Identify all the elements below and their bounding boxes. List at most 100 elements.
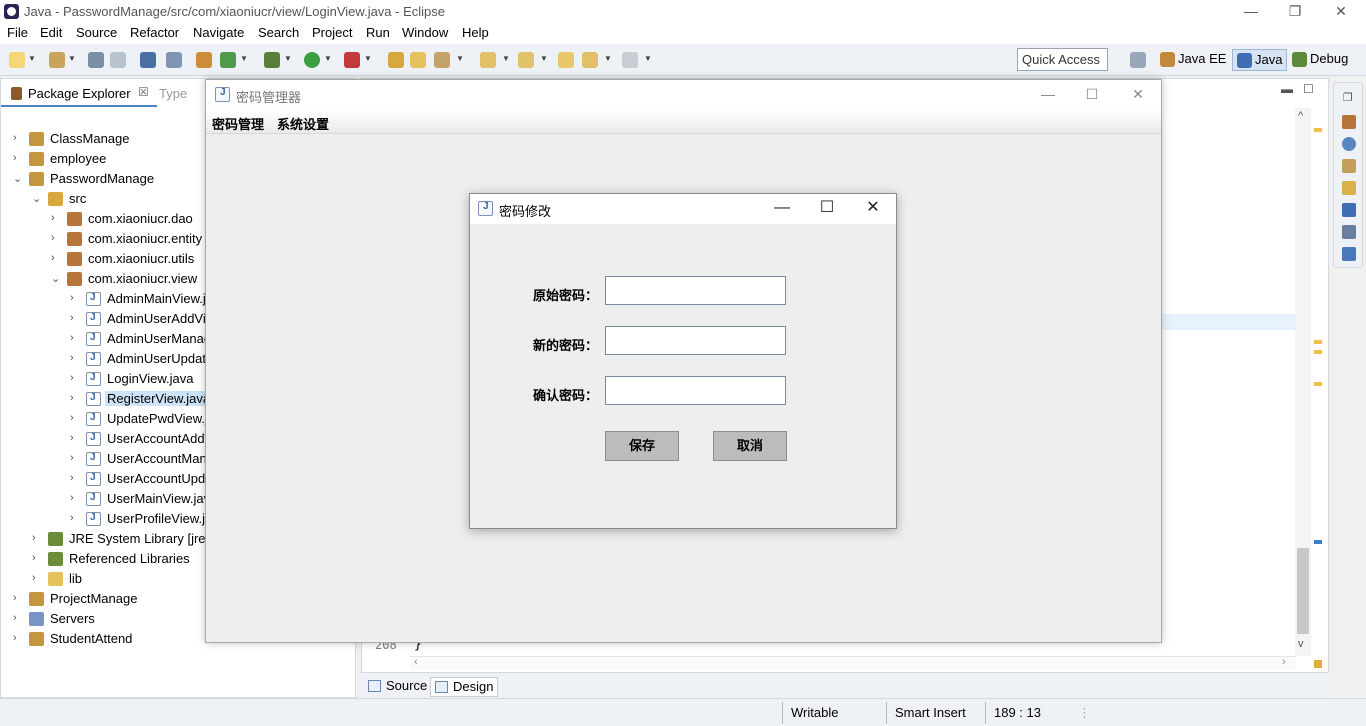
chevron-right-icon[interactable]: › (70, 432, 80, 444)
chevron-right-icon[interactable]: › (70, 352, 80, 364)
external-tools-icon[interactable] (344, 52, 360, 68)
save-button[interactable]: 保存 (605, 431, 679, 461)
chevron-down-icon[interactable]: ▼ (68, 54, 76, 63)
chevron-right-icon[interactable]: › (70, 372, 80, 384)
chevron-right-icon[interactable]: › (70, 292, 80, 304)
build-icon[interactable] (196, 52, 212, 68)
maximize-icon[interactable]: ☐ (807, 198, 847, 220)
menu-password-management[interactable]: 密码管理 (212, 114, 264, 133)
last-edit-icon[interactable] (558, 52, 574, 68)
menu-project[interactable]: Project (312, 25, 352, 40)
chevron-down-icon[interactable]: ▼ (324, 54, 332, 63)
new-icon[interactable] (9, 52, 25, 68)
properties-icon[interactable] (1342, 225, 1356, 239)
chevron-right-icon[interactable]: › (70, 512, 80, 524)
new-package-icon[interactable] (49, 52, 65, 68)
chevron-right-icon[interactable]: › (32, 572, 42, 584)
next-annotation-icon[interactable] (518, 52, 534, 68)
chevron-down-icon[interactable]: ⌄ (13, 172, 23, 185)
horizontal-scrollbar[interactable]: ‹ › (410, 656, 1296, 670)
close-icon[interactable]: ☒ (138, 85, 149, 99)
chevron-right-icon[interactable]: › (32, 552, 42, 564)
chevron-down-icon[interactable]: ▼ (502, 54, 510, 63)
menu-run[interactable]: Run (366, 25, 390, 40)
run-icon[interactable] (304, 52, 320, 68)
save-icon[interactable] (88, 52, 104, 68)
chevron-down-icon[interactable]: ▼ (456, 54, 464, 63)
overview-ruler-marker[interactable] (1314, 350, 1322, 354)
menu-refactor[interactable]: Refactor (130, 25, 179, 40)
forward-arrow-icon[interactable] (622, 52, 638, 68)
chevron-down-icon[interactable]: ▼ (604, 54, 612, 63)
chevron-down-icon[interactable]: ▼ (364, 54, 372, 63)
menu-edit[interactable]: Edit (40, 25, 62, 40)
chevron-down-icon[interactable]: ⌄ (51, 272, 61, 285)
chevron-down-icon[interactable]: v (1298, 638, 1304, 650)
tab-type-hierarchy[interactable]: Type (159, 86, 187, 101)
javadoc-icon[interactable] (1342, 137, 1356, 151)
status-cursor-position[interactable]: 189 : 13 (994, 705, 1041, 720)
close-icon[interactable]: ✕ (1116, 84, 1160, 106)
problems-icon[interactable] (1342, 247, 1356, 261)
open-type-icon[interactable] (410, 52, 426, 68)
chevron-right-icon[interactable]: › (13, 592, 23, 604)
chevron-down-icon[interactable]: ▼ (284, 54, 292, 63)
original-password-input[interactable] (605, 276, 786, 305)
skip-breakpoints-icon[interactable] (166, 52, 182, 68)
confirm-password-input[interactable] (605, 376, 786, 405)
refresh-icon[interactable] (220, 52, 236, 68)
chevron-right-icon[interactable]: › (51, 212, 61, 224)
close-icon[interactable]: ✕ (1318, 0, 1364, 24)
chevron-right-icon[interactable]: › (13, 152, 23, 164)
quick-access-field[interactable]: Quick Access (1017, 48, 1108, 71)
scrollbar-thumb[interactable] (1297, 548, 1309, 634)
chevron-down-icon[interactable]: ▼ (240, 54, 248, 63)
minimize-icon[interactable]: — (762, 198, 802, 220)
minimize-icon[interactable]: — (1026, 84, 1070, 106)
restore-icon[interactable]: ❐ (1343, 91, 1353, 104)
overview-ruler-marker[interactable] (1314, 340, 1322, 344)
chevron-right-icon[interactable]: › (13, 632, 23, 644)
vertical-scrollbar[interactable]: ^ v (1295, 108, 1311, 656)
perspective-java[interactable]: Java (1232, 49, 1288, 71)
chevron-left-icon[interactable]: ‹ (414, 656, 418, 668)
task-list-icon[interactable] (1342, 181, 1356, 195)
overview-ruler-marker[interactable] (1314, 382, 1322, 386)
chevron-right-icon[interactable]: › (13, 612, 23, 624)
outline-icon[interactable] (1342, 115, 1356, 129)
overview-ruler-marker[interactable] (1314, 660, 1322, 668)
chevron-right-icon[interactable]: › (70, 392, 80, 404)
chevron-right-icon[interactable]: › (70, 332, 80, 344)
menu-search[interactable]: Search (258, 25, 299, 40)
tab-package-explorer[interactable]: Package Explorer ☒ (1, 79, 157, 107)
status-insert-mode[interactable]: Smart Insert (895, 705, 966, 720)
minimize-icon[interactable]: — (1228, 0, 1274, 24)
menu-navigate[interactable]: Navigate (193, 25, 244, 40)
debug-icon[interactable] (264, 52, 280, 68)
console-icon[interactable] (1342, 203, 1356, 217)
perspective-debug[interactable]: Debug (1288, 49, 1352, 71)
chevron-right-icon[interactable]: › (70, 492, 80, 504)
overview-ruler-marker[interactable] (1314, 540, 1322, 544)
menu-system-settings[interactable]: 系统设置 (277, 114, 329, 133)
minimize-icon[interactable]: ▬ (1281, 82, 1293, 96)
close-icon[interactable]: ✕ (853, 198, 893, 220)
new-java-project-icon[interactable] (388, 52, 404, 68)
menu-file[interactable]: File (7, 25, 28, 40)
maximize-icon[interactable]: ☐ (1303, 82, 1314, 96)
menu-source[interactable]: Source (76, 25, 117, 40)
chevron-right-icon[interactable]: › (70, 412, 80, 424)
overview-ruler-marker[interactable] (1314, 128, 1322, 132)
chevron-right-icon[interactable]: › (13, 132, 23, 144)
annotation-icon[interactable] (480, 52, 496, 68)
back-arrow-icon[interactable] (582, 52, 598, 68)
maximize-icon[interactable]: ☐ (1070, 84, 1114, 106)
menu-window[interactable]: Window (402, 25, 448, 40)
menu-help[interactable]: Help (462, 25, 489, 40)
change-password-title-bar[interactable]: 密码修改 — ☐ ✕ (470, 194, 896, 224)
new-password-input[interactable] (605, 326, 786, 355)
chevron-right-icon[interactable]: › (70, 452, 80, 464)
chevron-right-icon[interactable]: › (32, 532, 42, 544)
save-all-icon[interactable] (110, 52, 126, 68)
chevron-right-icon[interactable]: › (1282, 656, 1286, 668)
